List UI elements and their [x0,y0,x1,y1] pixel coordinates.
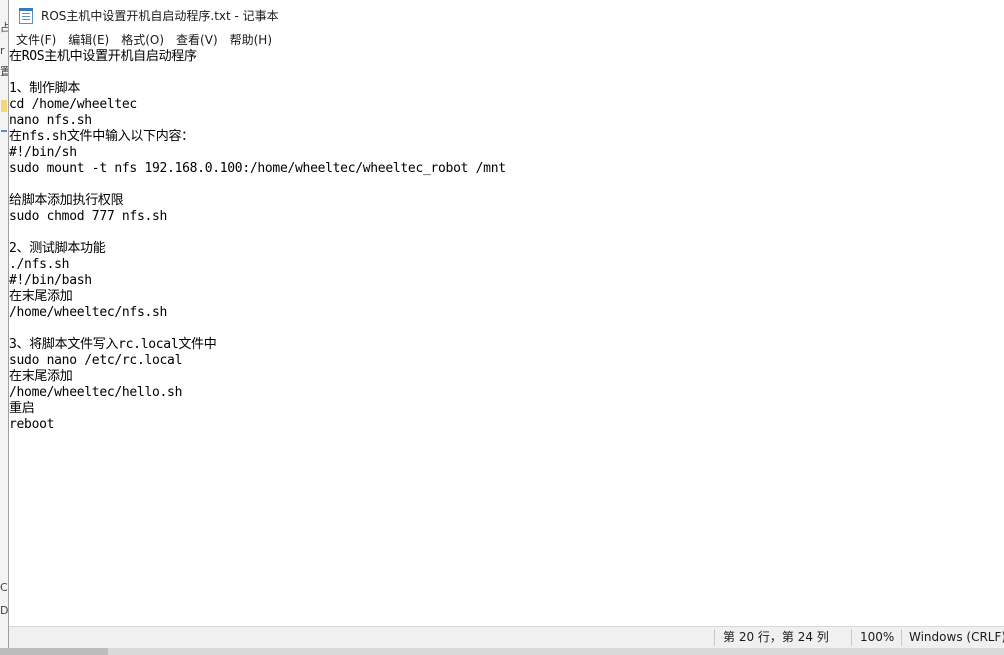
editor-line: 在末尾添加 [9,369,73,384]
menu-view[interactable]: 查看(V) [170,31,224,49]
taskbar-segment [0,648,108,655]
menu-bar: 文件(F) 编辑(E) 格式(O) 查看(V) 帮助(H) [9,31,1004,49]
editor-line: 1、制作脚本 [9,81,81,96]
editor-line: sudo mount -t nfs 192.168.0.100:/home/wh… [9,161,506,176]
editor-line: nano nfs.sh [9,113,92,128]
background-text-fragment: D: [0,604,8,617]
editor-line: sudo nano /etc/rc.local [9,353,183,368]
editor-line: /home/wheeltec/hello.sh [9,385,183,400]
zoom-level: 100% [860,630,895,644]
menu-help[interactable]: 帮助(H) [224,31,278,49]
title-bar[interactable]: ROS主机中设置开机自启动程序.txt - 记事本 [9,0,1004,31]
editor-line: 3、将脚本文件写入rc.local文件中 [9,337,217,352]
background-text-fragment: 置 [0,65,8,78]
background-text-fragment: 占 [0,21,8,34]
text-editor[interactable]: 在ROS主机中设置开机自启动程序 1、制作脚本 cd /home/wheelte… [9,49,1004,626]
editor-line: 2、测试脚本功能 [9,241,106,256]
cursor-position: 第 20 行，第 24 列 [723,630,829,644]
status-separator [851,629,852,646]
line-ending: Windows (CRLF) [909,630,1004,644]
status-separator [714,629,715,646]
editor-line: reboot [9,417,55,432]
window-title: ROS主机中设置开机自启动程序.txt - 记事本 [41,9,279,23]
editor-line: #!/bin/sh [9,145,77,160]
background-highlight [1,100,7,112]
editor-line: /home/wheeltec/nfs.sh [9,305,168,320]
editor-line: 重启 [9,401,35,416]
menu-file[interactable]: 文件(F) [10,31,62,49]
editor-line: 在末尾添加 [9,289,73,304]
editor-line: #!/bin/bash [9,273,92,288]
menu-edit[interactable]: 编辑(E) [62,31,115,49]
status-bar: 第 20 行，第 24 列 100% Windows (CRLF) [9,626,1004,648]
notepad-window: ROS主机中设置开机自启动程序.txt - 记事本 文件(F) 编辑(E) 格式… [8,0,1004,648]
notepad-icon [19,7,33,24]
editor-line: 在nfs.sh文件中输入以下内容： [9,129,194,144]
editor-line: 给脚本添加执行权限 [9,193,124,208]
editor-line: cd /home/wheeltec [9,97,137,112]
editor-line: ./nfs.sh [9,257,70,272]
background-accent [1,130,7,132]
background-text-fragment: r [0,44,5,57]
status-separator [901,629,902,646]
editor-line: 在ROS主机中设置开机自启动程序 [9,49,197,64]
menu-format[interactable]: 格式(O) [115,31,170,49]
background-text-fragment: C [0,581,8,594]
background-window-edge: 占 r 置 C D: [0,0,8,655]
editor-line: sudo chmod 777 nfs.sh [9,209,168,224]
taskbar-strip [0,648,1004,655]
